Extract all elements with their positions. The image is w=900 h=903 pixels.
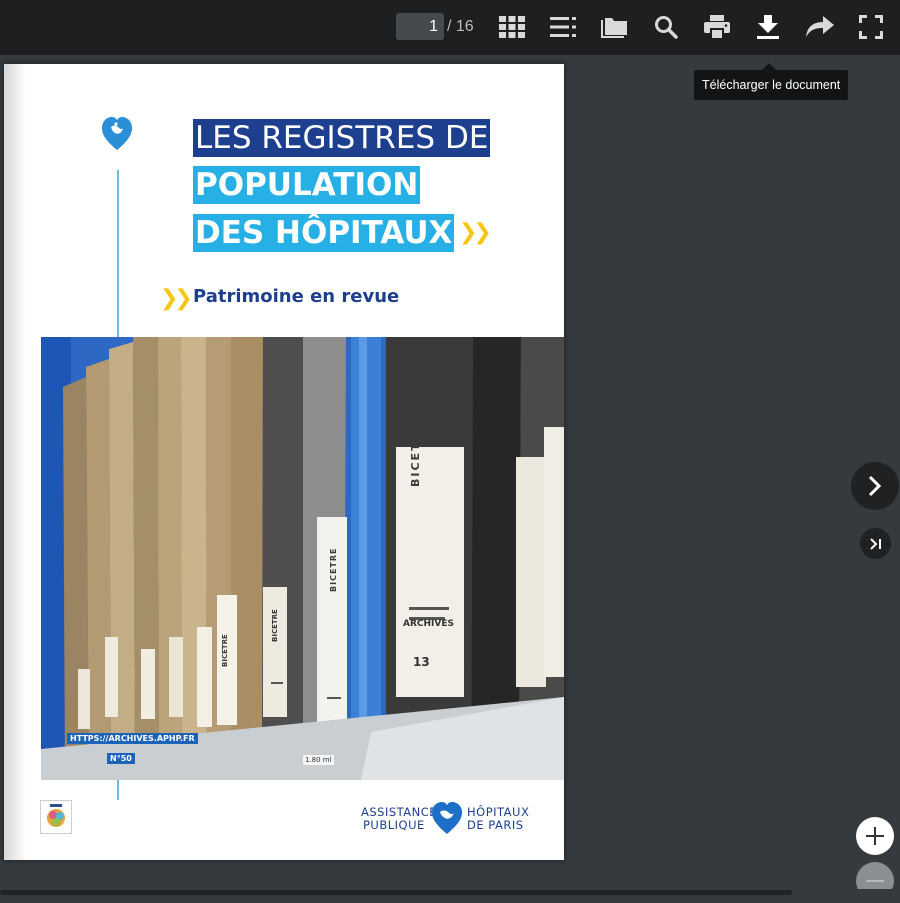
spine-text: 13	[413, 655, 430, 669]
chevron-right-icon	[868, 475, 882, 497]
print-button[interactable]	[700, 10, 734, 44]
patrimoine-logo	[40, 800, 72, 834]
chevrons-decoration: ❯❯	[459, 220, 492, 245]
fullscreen-button[interactable]	[854, 10, 888, 44]
download-icon	[757, 15, 779, 39]
spine-label: BICETRE	[271, 609, 279, 642]
issue-label: N°50	[107, 753, 135, 764]
spine-label: BICETRE	[329, 547, 338, 593]
share-button[interactable]	[803, 10, 837, 44]
spine-text: 1.80 ml	[303, 755, 334, 765]
page-number-input[interactable]	[396, 13, 444, 40]
toolbar: / 16	[0, 0, 900, 55]
subtitle: Patrimoine en revue	[193, 286, 400, 307]
heart-emblem-icon	[432, 802, 462, 834]
page-fold-shadow	[4, 64, 26, 860]
search-icon	[655, 16, 678, 39]
outline-button[interactable]	[546, 10, 580, 44]
grid-icon	[499, 16, 525, 38]
logo-text-left-2: PUBLIQUE	[363, 818, 425, 832]
title-line-3: DES HÔPITAUX	[193, 214, 455, 252]
page-total: / 16	[447, 18, 474, 35]
minus-icon	[866, 880, 884, 882]
zoom-in-button[interactable]	[856, 817, 894, 855]
spine-text: ARCHIVES	[403, 619, 454, 629]
spine-label: BICETRE	[409, 421, 422, 487]
shelf-illustration	[41, 337, 564, 780]
title-line-1: LES REGISTRES DE	[193, 119, 491, 157]
logo-text-right-2: DE PARIS	[467, 818, 524, 832]
search-button[interactable]	[649, 10, 683, 44]
list-icon	[550, 17, 576, 37]
fullscreen-icon	[859, 15, 883, 39]
website-label: HTTPS://ARCHIVES.APHP.FR	[67, 733, 198, 744]
title-line-2: POPULATION	[193, 166, 421, 204]
last-page-icon	[869, 537, 881, 550]
document-page[interactable]: LES REGISTRES DE POPULATION DES HÔPITAUX…	[4, 64, 564, 860]
colorful-emblem-icon	[47, 804, 65, 827]
aphp-logo: ASSISTANCE PUBLIQUE HÔPITAUX DE PARIS	[361, 800, 531, 840]
plus-icon	[866, 827, 884, 845]
spine-label: BICETRE	[221, 634, 229, 667]
archive-shelf-photo: BICETRE BICETRE BICETRE BICETRE ARCHIVES…	[41, 337, 564, 780]
download-tooltip: Télécharger le document	[694, 70, 849, 100]
print-icon	[704, 15, 730, 39]
aphp-heart-logo	[102, 117, 132, 150]
download-button[interactable]	[751, 10, 785, 44]
tooltip-arrow	[762, 63, 776, 70]
folder-icon	[601, 18, 627, 38]
attachments-button[interactable]	[597, 10, 631, 44]
thumbnails-button[interactable]	[495, 10, 529, 44]
chevrons-decoration: ❯❯	[160, 286, 193, 311]
horizontal-scrollbar-thumb[interactable]	[0, 890, 792, 895]
last-page-button[interactable]	[860, 528, 891, 559]
share-icon	[806, 16, 834, 37]
next-page-button[interactable]	[851, 462, 899, 510]
